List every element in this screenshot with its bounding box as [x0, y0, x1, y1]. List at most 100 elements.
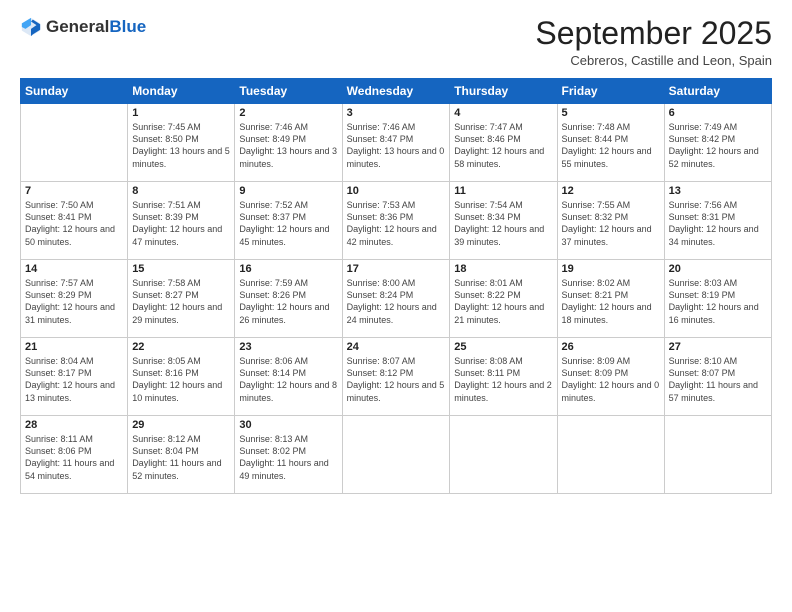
day-number: 2	[239, 107, 337, 119]
calendar-header-row: SundayMondayTuesdayWednesdayThursdayFrid…	[21, 79, 772, 104]
calendar-day-19: 19 Sunrise: 8:02 AMSunset: 8:21 PMDayligh…	[557, 260, 664, 338]
day-number: 21	[25, 341, 123, 353]
day-info: Sunrise: 8:11 AMSunset: 8:06 PMDaylight:…	[25, 433, 123, 482]
calendar-day-25: 25 Sunrise: 8:08 AMSunset: 8:11 PMDayligh…	[450, 338, 557, 416]
day-info: Sunrise: 7:46 AMSunset: 8:49 PMDaylight:…	[239, 121, 337, 170]
calendar-day-8: 8 Sunrise: 7:51 AMSunset: 8:39 PMDaylight…	[128, 182, 235, 260]
calendar-week-row: 1 Sunrise: 7:45 AMSunset: 8:50 PMDaylight…	[21, 104, 772, 182]
day-info: Sunrise: 7:48 AMSunset: 8:44 PMDaylight:…	[562, 121, 660, 170]
day-number: 28	[25, 419, 123, 431]
day-number: 7	[25, 185, 123, 197]
day-number: 12	[562, 185, 660, 197]
calendar-day-27: 27 Sunrise: 8:10 AMSunset: 8:07 PMDayligh…	[664, 338, 771, 416]
day-info: Sunrise: 7:59 AMSunset: 8:26 PMDaylight:…	[239, 277, 337, 326]
day-info: Sunrise: 8:10 AMSunset: 8:07 PMDaylight:…	[669, 355, 767, 404]
calendar-day-9: 9Sunrise: 7:52 AMSunset: 8:37 PMDaylight…	[235, 182, 342, 260]
calendar-day-13: 13Sunrise: 7:56 AMSunset: 8:31 PMDayligh…	[664, 182, 771, 260]
day-number: 18	[454, 263, 552, 275]
day-number: 23	[239, 341, 337, 353]
calendar-day-26: 26Sunrise: 8:09 AMSunset: 8:09 PMDayligh…	[557, 338, 664, 416]
day-info: Sunrise: 7:46 AMSunset: 8:47 PMDaylight:…	[347, 121, 446, 170]
logo-text: GeneralBlue	[46, 18, 146, 37]
calendar-day-24: 24Sunrise: 8:07 AMSunset: 8:12 PMDayligh…	[342, 338, 450, 416]
calendar-day-22: 22 Sunrise: 8:05 AMSunset: 8:16 PMDayligh…	[128, 338, 235, 416]
calendar-header-wednesday: Wednesday	[342, 79, 450, 104]
day-info: Sunrise: 7:56 AMSunset: 8:31 PMDaylight:…	[669, 199, 767, 248]
title-block: September 2025 Cebreros, Castille and Le…	[535, 16, 772, 68]
day-info: Sunrise: 8:03 AMSunset: 8:19 PMDaylight:…	[669, 277, 767, 326]
day-info: Sunrise: 7:52 AMSunset: 8:37 PMDaylight:…	[239, 199, 337, 248]
day-number: 14	[25, 263, 123, 275]
calendar-header-sunday: Sunday	[21, 79, 128, 104]
calendar-day-23: 23 Sunrise: 8:06 AMSunset: 8:14 PMDayligh…	[235, 338, 342, 416]
day-number: 25	[454, 341, 552, 353]
calendar-day-12: 12 Sunrise: 7:55 AMSunset: 8:32 PMDayligh…	[557, 182, 664, 260]
month-title: September 2025	[535, 16, 772, 51]
day-info: Sunrise: 8:00 AMSunset: 8:24 PMDaylight:…	[347, 277, 446, 326]
calendar-header-monday: Monday	[128, 79, 235, 104]
logo-icon	[20, 16, 42, 38]
day-info: Sunrise: 8:06 AMSunset: 8:14 PMDaylight:…	[239, 355, 337, 404]
day-info: Sunrise: 8:01 AMSunset: 8:22 PMDaylight:…	[454, 277, 552, 326]
calendar-week-row: 21 Sunrise: 8:04 AMSunset: 8:17 PMDayligh…	[21, 338, 772, 416]
calendar-week-row: 14 Sunrise: 7:57 AMSunset: 8:29 PMDayligh…	[21, 260, 772, 338]
calendar-day-28: 28 Sunrise: 8:11 AMSunset: 8:06 PMDayligh…	[21, 416, 128, 494]
calendar-day-4: 4 Sunrise: 7:47 AMSunset: 8:46 PMDaylight…	[450, 104, 557, 182]
day-number: 22	[132, 341, 230, 353]
day-number: 3	[347, 107, 446, 119]
day-info: Sunrise: 7:45 AMSunset: 8:50 PMDaylight:…	[132, 121, 230, 170]
calendar-header-friday: Friday	[557, 79, 664, 104]
day-info: Sunrise: 7:53 AMSunset: 8:36 PMDaylight:…	[347, 199, 446, 248]
logo-blue-text: Blue	[109, 17, 146, 36]
calendar-day-17: 17 Sunrise: 8:00 AMSunset: 8:24 PMDayligh…	[342, 260, 450, 338]
calendar-day-14: 14 Sunrise: 7:57 AMSunset: 8:29 PMDayligh…	[21, 260, 128, 338]
calendar-day-10: 10Sunrise: 7:53 AMSunset: 8:36 PMDayligh…	[342, 182, 450, 260]
day-number: 1	[132, 107, 230, 119]
day-info: Sunrise: 7:55 AMSunset: 8:32 PMDaylight:…	[562, 199, 660, 248]
day-info: Sunrise: 8:04 AMSunset: 8:17 PMDaylight:…	[25, 355, 123, 404]
day-info: Sunrise: 8:02 AMSunset: 8:21 PMDaylight:…	[562, 277, 660, 326]
calendar-header-thursday: Thursday	[450, 79, 557, 104]
day-number: 15	[132, 263, 230, 275]
logo-general-text: General	[46, 17, 109, 36]
day-info: Sunrise: 7:49 AMSunset: 8:42 PMDaylight:…	[669, 121, 767, 170]
day-number: 30	[239, 419, 337, 431]
day-number: 29	[132, 419, 230, 431]
calendar-header-tuesday: Tuesday	[235, 79, 342, 104]
day-info: Sunrise: 7:50 AMSunset: 8:41 PMDaylight:…	[25, 199, 123, 248]
day-number: 27	[669, 341, 767, 353]
logo: GeneralBlue	[20, 16, 146, 38]
calendar-day-18: 18 Sunrise: 8:01 AMSunset: 8:22 PMDayligh…	[450, 260, 557, 338]
day-info: Sunrise: 8:05 AMSunset: 8:16 PMDaylight:…	[132, 355, 230, 404]
day-info: Sunrise: 7:54 AMSunset: 8:34 PMDaylight:…	[454, 199, 552, 248]
day-info: Sunrise: 8:12 AMSunset: 8:04 PMDaylight:…	[132, 433, 230, 482]
day-number: 8	[132, 185, 230, 197]
calendar-empty-cell	[557, 416, 664, 494]
calendar-table: SundayMondayTuesdayWednesdayThursdayFrid…	[20, 78, 772, 494]
calendar-day-30: 30 Sunrise: 8:13 AMSunset: 8:02 PMDayligh…	[235, 416, 342, 494]
calendar-empty-cell	[450, 416, 557, 494]
calendar-day-3: 3 Sunrise: 7:46 AMSunset: 8:47 PMDaylight…	[342, 104, 450, 182]
day-number: 4	[454, 107, 552, 119]
calendar-day-11: 11 Sunrise: 7:54 AMSunset: 8:34 PMDayligh…	[450, 182, 557, 260]
day-number: 6	[669, 107, 767, 119]
day-number: 26	[562, 341, 660, 353]
day-info: Sunrise: 8:13 AMSunset: 8:02 PMDaylight:…	[239, 433, 337, 482]
day-info: Sunrise: 7:51 AMSunset: 8:39 PMDaylight:…	[132, 199, 230, 248]
page-header: GeneralBlue September 2025 Cebreros, Cas…	[20, 16, 772, 68]
day-number: 11	[454, 185, 552, 197]
calendar-header-saturday: Saturday	[664, 79, 771, 104]
day-info: Sunrise: 7:47 AMSunset: 8:46 PMDaylight:…	[454, 121, 552, 170]
day-number: 5	[562, 107, 660, 119]
calendar-day-16: 16Sunrise: 7:59 AMSunset: 8:26 PMDayligh…	[235, 260, 342, 338]
day-info: Sunrise: 8:07 AMSunset: 8:12 PMDaylight:…	[347, 355, 446, 404]
day-info: Sunrise: 8:08 AMSunset: 8:11 PMDaylight:…	[454, 355, 552, 404]
calendar-day-1: 1 Sunrise: 7:45 AMSunset: 8:50 PMDaylight…	[128, 104, 235, 182]
day-number: 17	[347, 263, 446, 275]
calendar-empty-cell	[664, 416, 771, 494]
day-number: 19	[562, 263, 660, 275]
location-subtitle: Cebreros, Castille and Leon, Spain	[535, 53, 772, 68]
day-info: Sunrise: 7:58 AMSunset: 8:27 PMDaylight:…	[132, 277, 230, 326]
calendar-week-row: 7 Sunrise: 7:50 AMSunset: 8:41 PMDaylight…	[21, 182, 772, 260]
day-info: Sunrise: 7:57 AMSunset: 8:29 PMDaylight:…	[25, 277, 123, 326]
